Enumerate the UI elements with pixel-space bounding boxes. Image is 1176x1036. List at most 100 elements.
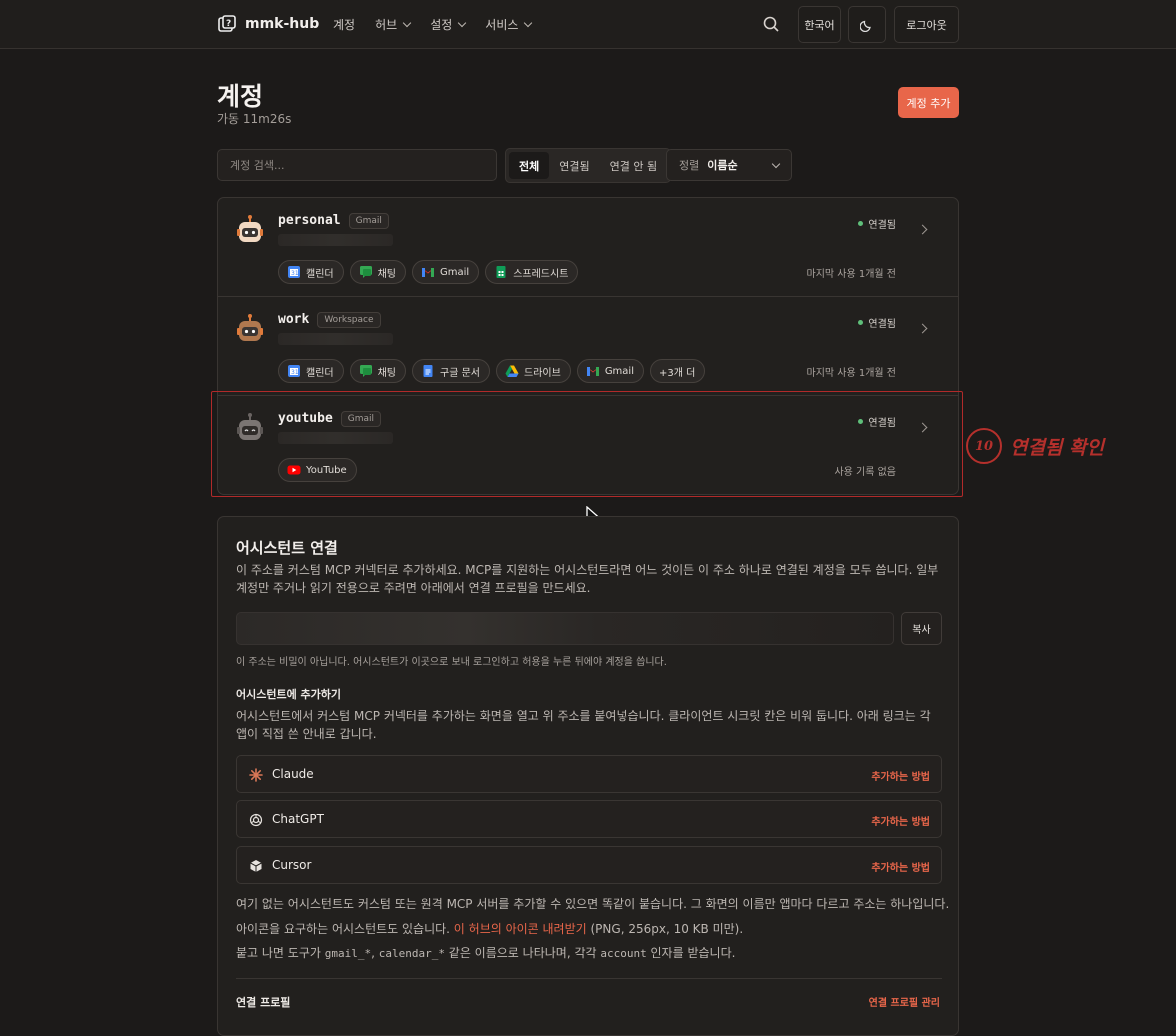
chevron-right-icon[interactable] [917,224,928,235]
account-name-text: work [278,312,310,327]
redacted-email [278,333,393,345]
service-chips: YouTube [278,458,357,482]
account-name-text: personal [278,213,341,228]
status-dot-icon [858,419,864,424]
status-dot-icon [858,221,864,226]
brand[interactable]: ? mmk-hub [217,14,319,34]
chip-chat: 채팅 [349,359,407,383]
tool-note-suffix: 인자를 받습니다. [646,946,736,960]
search-placeholder: 계정 검색... [230,159,285,172]
mcp-url-field[interactable] [236,612,894,645]
svg-text:31: 31 [291,369,299,376]
status-text: 연결됨 [868,319,896,330]
tool-note-prefix: 붙고 나면 도구가 [236,946,325,960]
last-used-text: 마지막 사용 1개월 전 [806,368,897,379]
svg-text:?: ? [226,19,231,29]
chip-youtube: YouTube [278,458,357,482]
top-nav: ? mmk-hub 계정 허브 설정 서비스 한국어 로그아웃 [0,0,1176,49]
chip-label: 채팅 [377,367,397,379]
nav-accounts[interactable]: 계정 [333,16,355,33]
how-to-add-link[interactable]: 추가하는 방법 [871,768,930,783]
nav-accounts-label: 계정 [333,18,356,32]
cursor-icon [250,860,262,872]
logout-button[interactable]: 로그아웃 [894,6,959,43]
chip-label: 드라이브 [524,367,561,379]
filter-all[interactable]: 전체 [509,152,550,179]
logout-label: 로그아웃 [906,18,947,32]
search-icon[interactable] [762,15,780,33]
drive-icon [505,365,519,377]
account-search-input[interactable]: 계정 검색... [217,149,497,181]
chip-label: Gmail [604,365,634,377]
status-badge: 연결됨 [858,414,896,429]
copy-label: 복사 [912,625,931,636]
account-list: personal Gmail 연결됨 31 캘린더 채팅 Gmail 스프레드시트 … [217,197,959,495]
status-text: 연결됨 [868,220,896,231]
add-to-assistant-heading: 어시스턴트에 추가하기 [236,688,342,701]
account-row-work[interactable]: work Workspace 연결됨 31 캘린더 채팅 구글 문서 드라이브 Gm… [218,297,958,396]
chat-icon [359,266,372,278]
account-row-youtube[interactable]: youtube Gmail 연결됨 YouTube 사용 기록 없음 [218,396,958,494]
chevron-down-icon [458,18,467,28]
nav-settings[interactable]: 설정 [430,16,467,33]
nav-services[interactable]: 서비스 [485,16,533,33]
annotation-step-number: 10 [966,428,1002,464]
add-account-button[interactable]: 계정 추가 [898,87,959,118]
nav-links: 계정 허브 설정 서비스 [333,16,533,33]
chevron-right-icon[interactable] [917,323,928,334]
icon-note-suffix: (PNG, 256px, 10 KB 미만). [586,922,744,936]
calendar-icon: 31 [288,266,300,278]
chip-drive: 드라이브 [496,359,571,383]
assistant-description: 이 주소를 커스텀 MCP 커넥터로 추가하세요. MCP를 지원하는 어시스턴… [236,563,939,595]
theme-toggle[interactable] [848,6,886,43]
add-to-assistant-description: 어시스턴트에서 커스텀 MCP 커넥터를 추가하는 화면을 열고 위 주소를 붙… [236,709,931,741]
sheets-icon [496,266,506,278]
account-name: youtube Gmail [278,411,382,427]
claude-icon [249,768,263,782]
service-chips: 31 캘린더 채팅 Gmail 스프레드시트 [278,260,579,284]
chip-label: 캘린더 [306,367,334,379]
tool-names-note: 붙고 나면 도구가 gmail_*, calendar_* 같은 이름으로 나타… [236,944,735,961]
account-name-text: youtube [278,411,333,426]
language-label: 한국어 [804,18,835,32]
manage-profiles-link[interactable]: 연결 프로필 관리 [869,994,940,1009]
filter-connected[interactable]: 연결됨 [549,152,599,179]
account-type-badge: Workspace [317,312,381,328]
copy-button[interactable]: 복사 [901,612,942,645]
language-button[interactable]: 한국어 [798,6,841,43]
sort-value: 이름순 [707,159,738,172]
nav-hub[interactable]: 허브 [375,16,412,33]
chip-label: Gmail [440,266,470,278]
service-chips: 31 캘린더 채팅 구글 문서 드라이브 Gmail +3개 더 [278,359,706,383]
chip-sheets: 스프레드시트 [485,260,579,284]
filter-disconnected[interactable]: 연결 안 됨 [600,152,667,179]
status-badge: 연결됨 [858,315,896,330]
url-note: 이 주소는 비밀이 아닙니다. 어시스턴트가 이곳으로 보내 로그인하고 허용을… [236,657,667,668]
code-calendar: calendar_* [378,947,445,960]
tool-note-sep: , [371,946,379,960]
chip-more[interactable]: +3개 더 [650,359,706,383]
icon-download-link[interactable]: 이 허브의 아이콘 내려받기 [454,922,587,936]
code-account: account [600,947,647,960]
account-row-personal[interactable]: personal Gmail 연결됨 31 캘린더 채팅 Gmail 스프레드시트 … [218,198,958,297]
robot-avatar-icon [237,314,263,341]
nav-hub-label: 허브 [375,18,398,32]
client-name: Cursor [272,858,312,872]
assistant-connect-card: 어시스턴트 연결 이 주소를 커스텀 MCP 커넥터로 추가하세요. MCP를 … [217,516,959,1036]
code-gmail: gmail_* [324,947,372,960]
sort-select[interactable]: 정렬 이름순 [666,149,792,181]
chip-gmail: Gmail [412,260,480,284]
openai-icon [249,813,263,827]
sort-label: 정렬 [679,159,700,172]
how-to-add-link[interactable]: 추가하는 방법 [871,813,930,828]
client-name: ChatGPT [272,812,324,826]
how-to-add-link[interactable]: 추가하는 방법 [871,859,930,874]
chevron-down-icon [771,159,781,168]
chevron-down-icon [524,18,533,28]
chip-label: +3개 더 [659,367,696,379]
chip-calendar: 31 캘린더 [278,260,344,284]
account-name: personal Gmail [278,213,389,229]
chip-label: 캘린더 [306,268,334,280]
chevron-right-icon[interactable] [917,422,928,433]
youtube-icon [287,465,301,475]
